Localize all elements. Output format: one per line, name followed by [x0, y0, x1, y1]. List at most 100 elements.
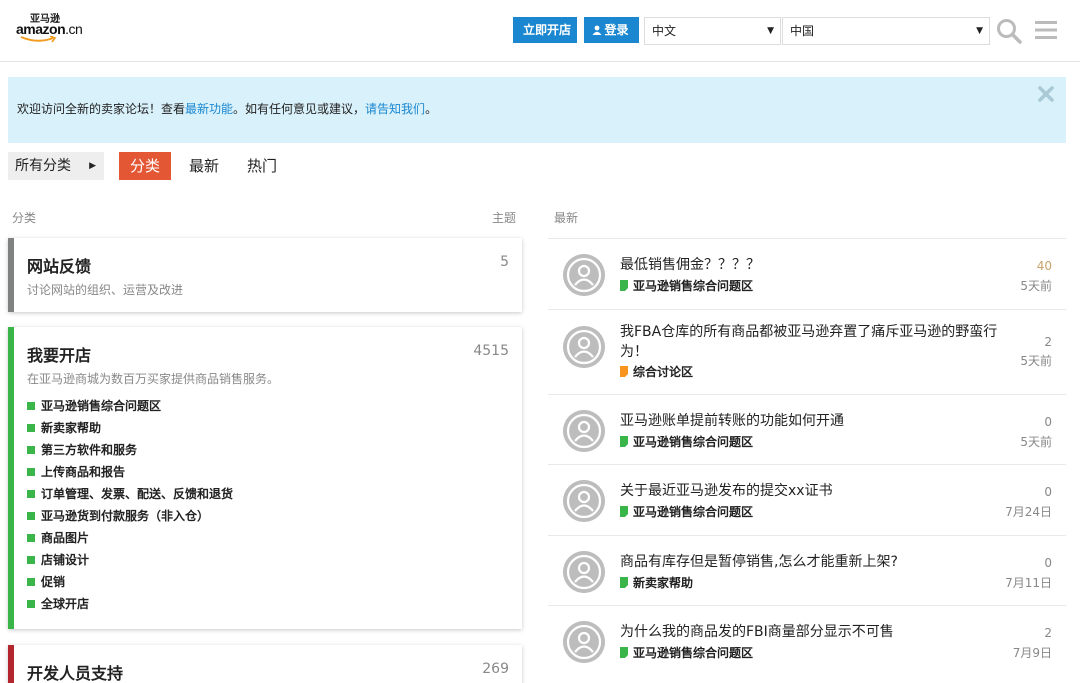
topic-category-badge[interactable]: 亚马逊销售综合问题区: [620, 644, 753, 661]
logo-suffix-text: .cn: [65, 21, 83, 37]
subcategory-link[interactable]: 订单管理、发票、配送、反馈和退货: [27, 485, 233, 507]
topic-category-badge[interactable]: 新卖家帮助: [620, 574, 693, 591]
subcategory-link[interactable]: 促销: [27, 573, 233, 595]
user-avatar-icon[interactable]: [563, 254, 605, 296]
topic-title[interactable]: 关于最近亚马逊发布的提交xx证书: [620, 481, 1020, 501]
category-color-square: [27, 600, 35, 608]
category-card[interactable]: 开发人员支持 269: [8, 645, 522, 683]
category-color-square: [27, 578, 35, 586]
topic-row[interactable]: 我FBA仓库的所有商品都被亚马逊弃置了痛斥亚马逊的野蛮行为！ 综合讨论区 2 5天前: [548, 309, 1066, 394]
categories-column-header: 分类: [12, 211, 37, 225]
topic-reply-count: 0: [1044, 415, 1052, 429]
subcategory-link[interactable]: 商品图片: [27, 529, 233, 551]
topic-reply-count: 40: [1036, 259, 1052, 273]
category-color-square: [27, 534, 35, 542]
banner-text-part: 。: [425, 102, 438, 116]
user-avatar-icon[interactable]: [563, 551, 605, 593]
login-button[interactable]: 登录: [584, 17, 639, 43]
topic-title[interactable]: 商品有库存但是暂停销售,怎么才能重新上架?: [620, 552, 1020, 572]
category-topic-count: 269: [482, 661, 509, 677]
tab-hot[interactable]: 热门: [236, 152, 288, 180]
topic-category-label: 亚马逊销售综合问题区: [633, 646, 754, 660]
user-icon: [592, 25, 602, 35]
topic-row[interactable]: 关于最近亚马逊发布的提交xx证书 亚马逊销售综合问题区 0 7月24日: [548, 464, 1066, 535]
topic-age: 5天前: [1020, 435, 1052, 449]
topic-age: 7月9日: [1012, 646, 1052, 660]
topics-column-header: 主题: [492, 211, 517, 225]
tab-categories[interactable]: 分类: [119, 152, 172, 180]
subcategory-label: 亚马逊销售综合问题区: [41, 399, 162, 413]
subcategory-label: 全球开店: [41, 597, 90, 611]
user-avatar-icon[interactable]: [563, 410, 605, 452]
topic-title[interactable]: 我FBA仓库的所有商品都被亚马逊弃置了痛斥亚马逊的野蛮行为！: [620, 322, 1025, 362]
category-title[interactable]: 开发人员支持: [27, 660, 123, 683]
subcategory-label: 亚马逊货到付款服务（非入仓）: [41, 509, 210, 523]
subcategory-label: 新卖家帮助: [41, 421, 102, 435]
banner-text-part: 欢迎访问全新的卖家论坛！查看: [17, 102, 186, 116]
subcategory-link[interactable]: 上传商品和报告: [27, 463, 233, 485]
topic-category-badge[interactable]: 亚马逊销售综合问题区: [620, 433, 753, 450]
topic-row[interactable]: 商品有库存但是暂停销售,怎么才能重新上架? 新卖家帮助 0 7月11日: [548, 535, 1066, 605]
topic-age: 7月24日: [1005, 505, 1052, 519]
topic-age: 5天前: [1020, 354, 1052, 368]
welcome-banner: 欢迎访问全新的卖家论坛！查看最新功能。如有任何意见或建议，请告知我们。: [8, 77, 1066, 143]
category-color-square: [27, 424, 35, 432]
topic-row[interactable]: 最低销售佣金？？？？ 亚马逊销售综合问题区 40 5天前: [548, 238, 1066, 309]
search-icon[interactable]: [996, 18, 1022, 44]
close-icon[interactable]: [1038, 86, 1054, 102]
subcategory-label: 促销: [41, 575, 66, 589]
tab-latest[interactable]: 最新: [178, 152, 230, 180]
subcategory-link[interactable]: 亚马逊货到付款服务（非入仓）: [27, 507, 233, 529]
topic-reply-count: 2: [1044, 335, 1052, 349]
banner-text-part: 。如有任何意见或建议，: [233, 102, 366, 116]
latest-column-header: 最新: [554, 211, 579, 225]
subcategory-link[interactable]: 第三方软件和服务: [27, 441, 233, 463]
category-color-square: [27, 402, 35, 410]
logo-smile-icon: [20, 36, 57, 43]
category-card[interactable]: 网站反馈 5 讨论网站的组织、运营及改进: [8, 238, 522, 312]
all-categories-dropdown[interactable]: 所有分类 ▶: [8, 152, 104, 180]
subcategory-link[interactable]: 全球开店: [27, 595, 233, 617]
category-title[interactable]: 我要开店: [27, 342, 91, 366]
topic-category-badge[interactable]: 亚马逊销售综合问题区: [620, 277, 753, 294]
topic-category-badge[interactable]: 综合讨论区: [620, 363, 693, 380]
subcategory-link[interactable]: 店铺设计: [27, 551, 233, 573]
new-features-link[interactable]: 最新功能: [185, 102, 233, 116]
category-flag-icon: [620, 647, 628, 658]
subcategory-link[interactable]: 亚马逊销售综合问题区: [27, 397, 233, 419]
open-store-button[interactable]: 立即开店: [513, 17, 577, 43]
subcategory-label: 第三方软件和服务: [41, 443, 138, 457]
language-select[interactable]: 中文 ▼: [644, 17, 781, 45]
topic-title[interactable]: 为什么我的商品发的FBI商量部分显示不可售: [620, 622, 1020, 642]
user-avatar-icon[interactable]: [563, 326, 605, 368]
user-avatar-icon[interactable]: [563, 621, 605, 663]
category-flag-icon: [620, 506, 628, 517]
all-categories-label: 所有分类: [15, 158, 71, 174]
topic-title[interactable]: 亚马逊账单提前转账的功能如何开通: [620, 411, 1020, 431]
category-description: 在亚马逊商城为数百万买家提供商品销售服务。: [27, 372, 280, 386]
topic-age: 5天前: [1020, 279, 1052, 293]
topic-reply-count: 0: [1044, 485, 1052, 499]
chevron-down-icon: ▼: [976, 26, 983, 36]
category-description: 讨论网站的组织、运营及改进: [27, 283, 184, 297]
topic-title[interactable]: 最低销售佣金？？？？: [620, 255, 1020, 275]
category-card[interactable]: 我要开店 4515 在亚马逊商城为数百万买家提供商品销售服务。 亚马逊销售综合问…: [8, 327, 522, 629]
region-select[interactable]: 中国 ▼: [782, 17, 990, 45]
user-avatar-icon[interactable]: [563, 480, 605, 522]
category-color-square: [27, 490, 35, 498]
category-topic-count: 4515: [473, 343, 509, 359]
subcategory-link[interactable]: 新卖家帮助: [27, 419, 233, 441]
topic-reply-count: 2: [1044, 626, 1052, 640]
topic-category-label: 新卖家帮助: [633, 576, 694, 590]
amazon-cn-logo[interactable]: 亚马逊 amazon.cn: [16, 10, 96, 44]
topic-row[interactable]: 亚马逊账单提前转账的功能如何开通 亚马逊销售综合问题区 0 5天前: [548, 394, 1066, 464]
topic-row[interactable]: 为什么我的商品发的FBI商量部分显示不可售亚马逊销售综合问题区 2 7月9日: [548, 605, 1066, 683]
category-title[interactable]: 网站反馈: [27, 253, 91, 277]
feedback-link[interactable]: 请告知我们: [365, 102, 425, 116]
topic-category-badge[interactable]: 亚马逊销售综合问题区: [620, 503, 753, 520]
category-color-square: [27, 512, 35, 520]
category-color-square: [27, 468, 35, 476]
language-value: 中文: [652, 24, 677, 38]
menu-icon[interactable]: [1035, 20, 1057, 40]
category-color-square: [27, 446, 35, 454]
